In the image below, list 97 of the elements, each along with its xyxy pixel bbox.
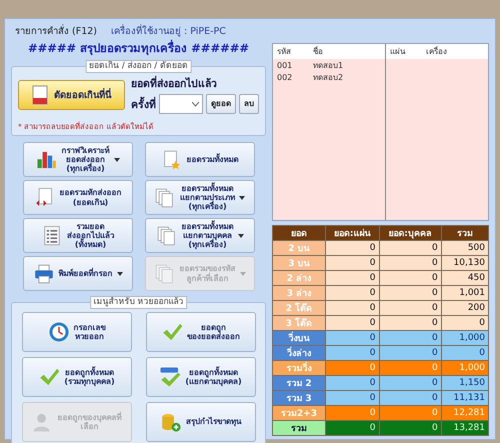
row-label: 3 บน: [272, 256, 326, 270]
table-cell: 0: [325, 240, 379, 256]
table-cell: 0: [325, 420, 379, 436]
table-cell: 12,281: [441, 406, 488, 420]
round-label: ครั้งที่: [131, 96, 156, 112]
table-cell: 0: [379, 420, 442, 436]
table-cell: 0: [379, 270, 442, 286]
column-header: เครื่อง: [426, 45, 448, 58]
documents-icon: [154, 262, 176, 284]
table-cell: 10,130: [441, 256, 488, 270]
summary-title: ##### สรุปยอดรวมทุกเครื่อง ######: [26, 38, 250, 58]
document-icon: [32, 84, 48, 104]
menu-button[interactable]: สรุปกำไรขาดทุน: [146, 402, 256, 442]
checkmark-icon: [161, 321, 183, 343]
list-cell[interactable]: ทดสอบ2: [313, 70, 361, 84]
table-cell: 0: [379, 300, 442, 316]
row-label: รวม 2: [272, 376, 326, 390]
exported-label: ยอดที่ส่งออกไปแล้ว: [131, 75, 259, 92]
column-header: ชื่อ: [313, 45, 324, 58]
checkmark-icon: [38, 366, 60, 388]
table-cell: 0: [379, 376, 442, 390]
table-cell: 0: [379, 240, 442, 256]
row-label: รวม: [272, 420, 326, 436]
table-cell: 0: [441, 316, 488, 330]
menu-button[interactable]: ยอดรวมทั้งหมด: [144, 142, 254, 177]
list-cell[interactable]: 002: [273, 72, 313, 82]
machine-label: เครื่องที่ใช้งานอยู่ : PiPE-PC: [111, 23, 226, 38]
coins-icon: [160, 411, 182, 433]
row-label: รวมวิ่ง: [272, 360, 326, 376]
column-header: แผ่น: [389, 46, 406, 58]
group-label: ยอดเกิน / ส่งออก / ตัดยอด: [85, 60, 192, 73]
menu-button[interactable]: ยอดถูก ของยอดส่งออก: [146, 312, 256, 352]
chevron-down-icon: [192, 102, 199, 106]
table-cell: 11,131: [441, 390, 488, 406]
table-cell: 0: [325, 346, 379, 360]
table-cell: 0: [325, 256, 379, 270]
table-cell: 500: [441, 240, 488, 256]
row-label: 3 โต๊ด: [272, 316, 326, 330]
documents-icon: [156, 224, 178, 246]
row-label: วิ่งล่าง: [272, 346, 326, 360]
column-header: รหัส: [276, 46, 292, 58]
table-cell: 0: [325, 376, 379, 390]
menu-button[interactable]: กรอกเลข หวยออก: [22, 312, 132, 352]
clock-icon: [48, 321, 70, 343]
list-cell[interactable]: ทดสอบ1: [313, 58, 361, 72]
menu-button[interactable]: กราฟวิเคราะห์ ยอดส่งออก (ทุกเครื่อง): [22, 142, 132, 177]
cut-excess-button[interactable]: ตัดยอดเกินที่นี่: [18, 80, 125, 110]
table-cell: 1,000: [441, 330, 488, 346]
table-cell: 0: [325, 286, 379, 300]
menu-button[interactable]: ยอดรวมทั้งหมด แยกตามประเภท (ทุกเครื่อง): [144, 180, 254, 215]
table-cell: 0: [325, 406, 379, 420]
row-label: วิ่งบน: [272, 330, 326, 346]
row-label: 2 ล่าง: [272, 270, 326, 286]
table-cell: 13,281: [441, 420, 488, 436]
column-header: รวม: [441, 226, 488, 240]
menu-button[interactable]: พิมพ์ยอดที่กรอก: [22, 256, 132, 291]
menu-button[interactable]: ยอดถูกทั้งหมด (รวมทุกบุคคล): [22, 357, 132, 397]
table-cell: 0: [325, 270, 379, 286]
table-cell: 0: [441, 346, 488, 360]
table-cell: 1,150: [441, 376, 488, 390]
table-cell: 0: [379, 256, 442, 270]
table-cell: 0: [325, 300, 379, 316]
table-cell: 0: [379, 406, 442, 420]
column-header: ยอด: [272, 226, 326, 240]
table-cell: 1,000: [441, 360, 488, 376]
column-header: ยอด:แผ่น: [325, 226, 379, 240]
table-cell: 0: [379, 286, 442, 300]
table-cell: 200: [441, 300, 488, 316]
checkmark-icon: [159, 366, 182, 388]
table-cell: 1,001: [441, 286, 488, 300]
menu-button[interactable]: ยอดรวมทั้งหมด แยกตามบุคคล (ทุกเครื่อง): [144, 218, 254, 253]
menu-label[interactable]: รายการคำสั่ง (F12): [15, 22, 97, 38]
row-label: 3 ล่าง: [272, 286, 326, 300]
group-label: เมนูสำหรับ หวยออกแล้ว: [90, 296, 188, 309]
table-cell: 0: [325, 390, 379, 406]
table-cell: 0: [325, 360, 379, 376]
row-label: รวม 3: [272, 390, 326, 406]
table-cell: 0: [379, 316, 442, 330]
table-cell: 0: [325, 316, 379, 330]
printer-icon: [32, 262, 54, 284]
menu-button[interactable]: ยอดถูกทั้งหมด (แยกตามบุคคล): [146, 357, 256, 397]
row-label: รวม2+3: [272, 406, 326, 420]
table-cell: 0: [379, 360, 442, 376]
round-dropdown[interactable]: [159, 94, 203, 114]
row-label: 2 โต๊ด: [272, 300, 326, 316]
table-cell: 0: [379, 346, 442, 360]
column-header: ยอด:บุคคล: [379, 226, 442, 240]
table-cell: 0: [379, 390, 442, 406]
list-cell[interactable]: 001: [273, 60, 313, 70]
delete-button[interactable]: ลบ: [239, 94, 259, 114]
table-cell: 0: [325, 330, 379, 346]
table-cell: 450: [441, 270, 488, 286]
table-cell: 0: [379, 330, 442, 346]
view-button[interactable]: ดูยอด: [206, 94, 236, 114]
row-label: 2 บน: [272, 240, 326, 256]
menu-button[interactable]: รวมยอด ส่งออกไปแล้ว (ทั้งหมด): [22, 218, 132, 253]
menu-button[interactable]: ยอดรวมหักส่งออก (ยอดเกิน): [22, 180, 132, 215]
